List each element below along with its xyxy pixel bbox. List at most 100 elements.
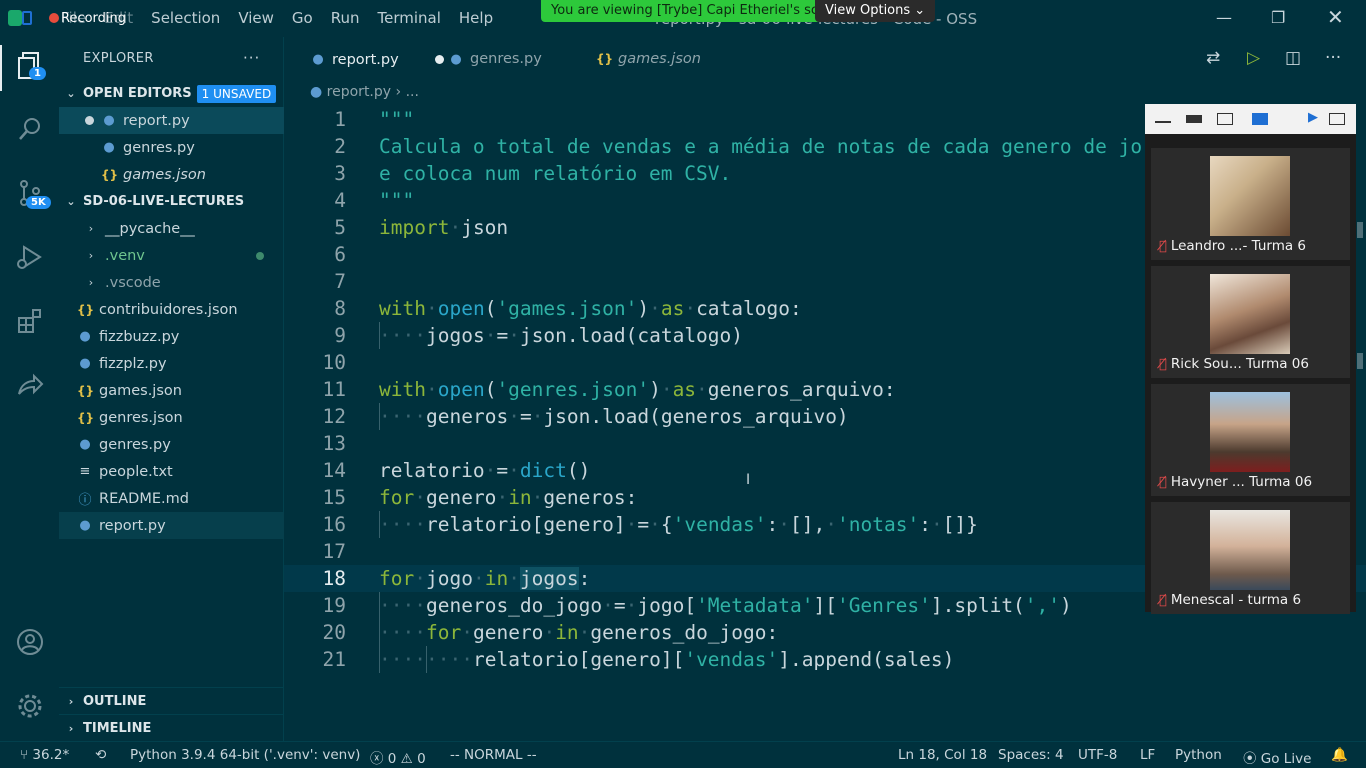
indentation[interactable]: Spaces: 4 [998, 747, 1064, 763]
file-label: __pycache__ [105, 220, 195, 237]
split-editor-icon[interactable]: ◫ [1285, 48, 1301, 68]
python-interpreter[interactable]: Python 3.9.4 64-bit ('.venv': venv) [130, 747, 360, 763]
participant-name: Leandro ...- Turma 6 [1170, 238, 1307, 254]
run-file-icon[interactable]: ▷ [1247, 48, 1260, 68]
notifications-icon[interactable]: 🔔 [1331, 747, 1348, 763]
recording-label: Recording [61, 11, 127, 26]
menu-selection[interactable]: Selection [142, 9, 229, 27]
code-text: e coloca num relatório em CSV. [379, 162, 732, 185]
mic-muted-icon: 🎙̸ [1159, 357, 1167, 372]
minimize-icon[interactable]: — [1216, 8, 1232, 27]
explorer-sidebar: EXPLORER ··· ⌄ OPEN EDITORS 1 UNSAVED ● … [59, 37, 284, 741]
tree-item-games-json[interactable]: {} games.json [59, 377, 284, 404]
tab-label: games.json [618, 51, 701, 67]
gallery-view-icon[interactable] [1252, 113, 1268, 125]
line-number: 17 [322, 540, 346, 563]
line-number: 7 [334, 270, 346, 293]
encoding[interactable]: UTF-8 [1078, 747, 1117, 763]
tab-genres[interactable]: ● genres.py [432, 37, 558, 81]
close-icon[interactable]: ✕ [1327, 5, 1344, 29]
tree-item-venv[interactable]: › .venv [59, 242, 284, 269]
tree-item-genres-json[interactable]: {} genres.json [59, 404, 284, 431]
participant-tile[interactable]: 🎙̸ Rick Sou... Turma 06 [1151, 266, 1350, 378]
tree-item-pycache[interactable]: › __pycache__ [59, 215, 284, 242]
account-icon[interactable] [14, 626, 46, 658]
participant-tile[interactable]: 🎙̸ Havyner ... Turma 06 [1151, 384, 1350, 496]
participant-video [1210, 510, 1290, 590]
participant-name: Havyner ... Turma 06 [1170, 474, 1313, 490]
info-file-icon: ⓘ [78, 493, 92, 508]
error-icon: ⓧ [370, 751, 388, 767]
strip-view-icon[interactable] [1186, 115, 1202, 123]
branch-label: 36.2* [32, 747, 70, 763]
tree-item-readme[interactable]: ⓘ README.md [59, 485, 284, 512]
open-editor-genres[interactable]: ● genres.py [59, 134, 284, 161]
editor-tabs: ● report.py ● genres.py {} games.json [284, 37, 1366, 81]
tab-games[interactable]: {} games.json [580, 37, 717, 81]
line-number: 15 [322, 486, 346, 509]
branch-status[interactable]: ⑂ 36.2* [20, 747, 69, 763]
restore-icon[interactable]: ❐ [1271, 8, 1285, 27]
participant-tile[interactable]: 🎙̸ Leandro ...- Turma 6 [1151, 148, 1350, 260]
editor-scrollbar[interactable] [1357, 222, 1363, 238]
go-live-button[interactable]: ⦿ Go Live [1243, 747, 1311, 767]
git-branch-icon: ⑂ [20, 747, 33, 763]
gear-icon[interactable] [14, 690, 46, 722]
vim-mode: -- NORMAL -- [450, 747, 537, 763]
view-options-button[interactable]: View Options ⌄ [815, 0, 936, 22]
open-editor-report[interactable]: ● report.py [59, 107, 284, 134]
speaker-view-icon[interactable] [1217, 113, 1233, 125]
code-line[interactable]: 21 ········relatorio[genero]['vendas'].ap… [284, 646, 1366, 673]
run-debug-icon[interactable] [14, 241, 46, 273]
open-editor-games[interactable]: {} games.json [59, 161, 284, 188]
live-share-icon[interactable] [14, 369, 46, 401]
participant-tile[interactable]: 🎙̸ Menescal - turma 6 [1151, 502, 1350, 614]
code-line[interactable]: 20 ····for·genero·in·generos_do_jogo: [284, 619, 1366, 646]
sync-icon[interactable]: ⟲ [95, 747, 106, 763]
problems-status[interactable]: ⓧ 0 ⚠ 0 [370, 747, 426, 767]
tree-item-vscode[interactable]: › .vscode [59, 269, 284, 296]
tree-item-people[interactable]: ≡ people.txt [59, 458, 284, 485]
folder-header[interactable]: ⌄ SD-06-LIVE-LECTURES [59, 188, 284, 215]
tab-label: genres.py [470, 51, 542, 67]
broadcast-icon: ⦿ [1243, 751, 1261, 767]
line-number: 11 [322, 378, 346, 401]
menu-run[interactable]: Run [322, 9, 369, 27]
line-number: 14 [322, 459, 346, 482]
more-actions-icon[interactable]: ··· [1325, 48, 1341, 68]
tree-item-fizzplz[interactable]: ● fizzplz.py [59, 350, 284, 377]
more-actions-icon[interactable]: ··· [243, 49, 260, 67]
tree-item-fizzbuzz[interactable]: ● fizzbuzz.py [59, 323, 284, 350]
code-text: with·open('games.json')·as·catalogo: [379, 297, 802, 320]
json-file-icon: {} [101, 167, 119, 182]
tree-item-contribuidores[interactable]: {} contribuidores.json [59, 296, 284, 323]
file-label: contribuidores.json [99, 301, 238, 318]
file-label: genres.py [99, 436, 171, 453]
tree-item-report[interactable]: ● report.py [59, 512, 284, 539]
open-changes-icon[interactable]: ⇄ [1206, 48, 1220, 68]
indent-guide [426, 646, 427, 673]
open-editors-header[interactable]: ⌄ OPEN EDITORS 1 UNSAVED [59, 80, 284, 107]
tree-item-genres-py[interactable]: ● genres.py [59, 431, 284, 458]
timeline-header[interactable]: › TIMELINE [59, 714, 284, 741]
next-page-icon[interactable]: ▶ [1308, 110, 1318, 125]
end-of-line[interactable]: LF [1140, 747, 1155, 763]
extensions-icon[interactable] [14, 305, 46, 337]
menu-view[interactable]: View [229, 9, 283, 27]
editor-scrollbar-marker[interactable] [1357, 353, 1363, 369]
breadcrumb-file[interactable]: report.py [327, 84, 391, 100]
exit-view-icon[interactable] [1329, 113, 1345, 125]
menu-go[interactable]: Go [283, 9, 322, 27]
text-file-icon: ≡ [79, 464, 91, 479]
menu-terminal[interactable]: Terminal [369, 9, 450, 27]
minimize-view-icon[interactable] [1155, 113, 1171, 123]
cursor-position[interactable]: Ln 18, Col 18 [898, 747, 987, 763]
chevron-down-icon: ⌄ [66, 195, 76, 208]
breadcrumb-symbol[interactable]: ... [406, 84, 419, 100]
indent-guide [379, 646, 380, 673]
language-mode[interactable]: Python [1175, 747, 1222, 763]
menu-help[interactable]: Help [450, 9, 502, 27]
line-number: 1 [334, 108, 346, 131]
search-icon[interactable] [14, 113, 46, 145]
outline-header[interactable]: › OUTLINE [59, 687, 284, 714]
